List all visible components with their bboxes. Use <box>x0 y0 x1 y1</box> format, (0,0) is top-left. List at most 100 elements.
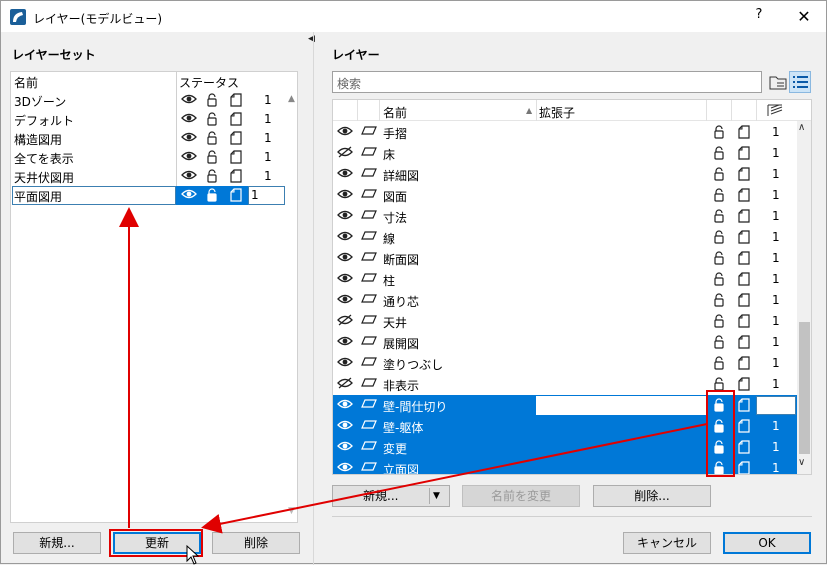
layer-row[interactable]: 通り芯 1 <box>333 290 798 311</box>
layer-wireframe-icon[interactable] <box>360 293 378 308</box>
layer-wireframe-icon[interactable] <box>360 398 378 413</box>
page-icon[interactable] <box>230 150 242 167</box>
visibility-eye-icon[interactable] <box>337 356 353 371</box>
layer-row[interactable]: 変更 1 <box>333 437 798 458</box>
layer-wireframe-icon[interactable] <box>360 461 378 474</box>
lock-icon[interactable] <box>712 314 726 331</box>
scroll-up-arrow[interactable]: ▲ <box>288 94 295 104</box>
page-icon[interactable] <box>738 461 750 474</box>
lock-icon[interactable] <box>205 93 219 110</box>
layers-scrollbar-thumb[interactable] <box>799 322 810 454</box>
col-layer-name-header[interactable]: 名前 <box>383 104 407 121</box>
visibility-eye-icon[interactable] <box>337 419 353 434</box>
ok-button[interactable]: OK <box>723 532 811 554</box>
lock-icon[interactable] <box>205 188 219 205</box>
page-icon[interactable] <box>738 398 750 415</box>
lock-icon[interactable] <box>712 440 726 457</box>
layer-wireframe-icon[interactable] <box>360 335 378 350</box>
layer-wireframe-icon[interactable] <box>360 356 378 371</box>
lock-icon[interactable] <box>712 209 726 226</box>
lock-icon[interactable] <box>712 146 726 163</box>
page-icon[interactable] <box>738 209 750 226</box>
layer-row[interactable]: 立面図 1 <box>333 458 798 474</box>
layer-wireframe-icon[interactable] <box>360 146 378 161</box>
layer-wireframe-icon[interactable] <box>360 314 378 329</box>
lock-icon[interactable] <box>205 150 219 167</box>
layer-row[interactable]: 線1 <box>333 227 798 248</box>
lock-icon[interactable] <box>712 293 726 310</box>
layer-set-row[interactable]: 天井伏図用 1 <box>11 167 286 186</box>
page-icon[interactable] <box>230 112 242 129</box>
page-icon[interactable] <box>738 251 750 268</box>
layer-wireframe-icon[interactable] <box>360 251 378 266</box>
page-icon[interactable] <box>738 356 750 373</box>
layer-row[interactable]: 詳細図 1 <box>333 164 798 185</box>
visibility-eye-icon[interactable] <box>181 93 197 108</box>
layer-row[interactable]: 床1 <box>333 143 798 164</box>
layer-row[interactable]: 寸法 1 <box>333 206 798 227</box>
lock-icon[interactable] <box>712 398 726 415</box>
visibility-eye-icon[interactable] <box>337 440 353 455</box>
pen-weight-header-icon[interactable] <box>767 103 783 117</box>
visibility-eye-icon[interactable] <box>337 167 353 182</box>
page-icon[interactable] <box>738 272 750 289</box>
layer-row[interactable]: 非表示 1 <box>333 374 798 395</box>
layer-set-row[interactable]: 3Dゾーン 1 <box>11 91 286 110</box>
visibility-eye-icon[interactable] <box>337 335 353 350</box>
layer-row[interactable]: 塗りつぶし 1 <box>333 353 798 374</box>
visibility-eye-icon[interactable] <box>181 131 197 146</box>
layer-row[interactable]: 柱1 <box>333 269 798 290</box>
lock-icon[interactable] <box>712 251 726 268</box>
page-icon[interactable] <box>230 169 242 186</box>
cancel-button[interactable]: キャンセル <box>623 532 711 554</box>
lock-icon[interactable] <box>712 419 726 436</box>
col-extension-header[interactable]: 拡張子 <box>539 104 575 121</box>
scroll-down-arrow[interactable]: ∨ <box>798 457 805 468</box>
lock-icon[interactable] <box>712 230 726 247</box>
lock-icon[interactable] <box>712 188 726 205</box>
layer-row[interactable]: 天井 1 <box>333 311 798 332</box>
page-icon[interactable] <box>738 293 750 310</box>
list-view-toggle[interactable] <box>789 71 811 93</box>
page-icon[interactable] <box>738 419 750 436</box>
page-icon[interactable] <box>738 335 750 352</box>
new-layer-button[interactable]: 新規... ▼ <box>332 485 450 507</box>
layer-wireframe-icon[interactable] <box>360 188 378 203</box>
layer-row[interactable]: 壁-間仕切り 1 <box>333 395 798 416</box>
layer-set-row[interactable]: デフォルト 1 <box>11 110 286 129</box>
layer-row[interactable]: 図面 1 <box>333 185 798 206</box>
dropdown-arrow-icon[interactable]: ▼ <box>433 486 440 506</box>
page-icon[interactable] <box>738 146 750 163</box>
visibility-eye-icon[interactable] <box>337 209 353 224</box>
visibility-eye-icon[interactable] <box>337 230 353 245</box>
page-icon[interactable] <box>738 440 750 457</box>
visibility-eye-icon[interactable] <box>181 188 197 203</box>
page-icon[interactable] <box>738 188 750 205</box>
lock-icon[interactable] <box>205 169 219 186</box>
page-icon[interactable] <box>738 125 750 142</box>
folder-view-icon[interactable] <box>768 73 788 93</box>
new-layer-set-button[interactable]: 新規... <box>13 532 101 554</box>
visibility-eye-icon[interactable] <box>337 272 353 287</box>
page-icon[interactable] <box>738 230 750 247</box>
layer-wireframe-icon[interactable] <box>360 230 378 245</box>
layer-wireframe-icon[interactable] <box>360 440 378 455</box>
layer-search-field[interactable]: 検索 <box>332 71 762 93</box>
rename-layer-button[interactable]: 名前を変更 <box>462 485 580 507</box>
hidden-eye-icon[interactable] <box>337 314 353 329</box>
extension-edit-field[interactable] <box>536 396 706 415</box>
scroll-down-arrow[interactable]: ▼ <box>288 506 295 516</box>
lock-icon[interactable] <box>712 272 726 289</box>
page-icon[interactable] <box>738 314 750 331</box>
layer-row[interactable]: 手摺 1 <box>333 122 798 143</box>
visibility-eye-icon[interactable] <box>337 188 353 203</box>
layer-wireframe-icon[interactable] <box>360 125 378 140</box>
layer-set-row[interactable]: 平面図用 1 <box>11 186 286 205</box>
layer-set-row[interactable]: 構造図用 1 <box>11 129 286 148</box>
page-icon[interactable] <box>738 377 750 394</box>
close-button[interactable]: ✕ <box>791 6 817 28</box>
layer-wireframe-icon[interactable] <box>360 419 378 434</box>
update-layer-set-button[interactable]: 更新 <box>113 532 201 554</box>
visibility-eye-icon[interactable] <box>337 251 353 266</box>
lock-icon[interactable] <box>712 167 726 184</box>
